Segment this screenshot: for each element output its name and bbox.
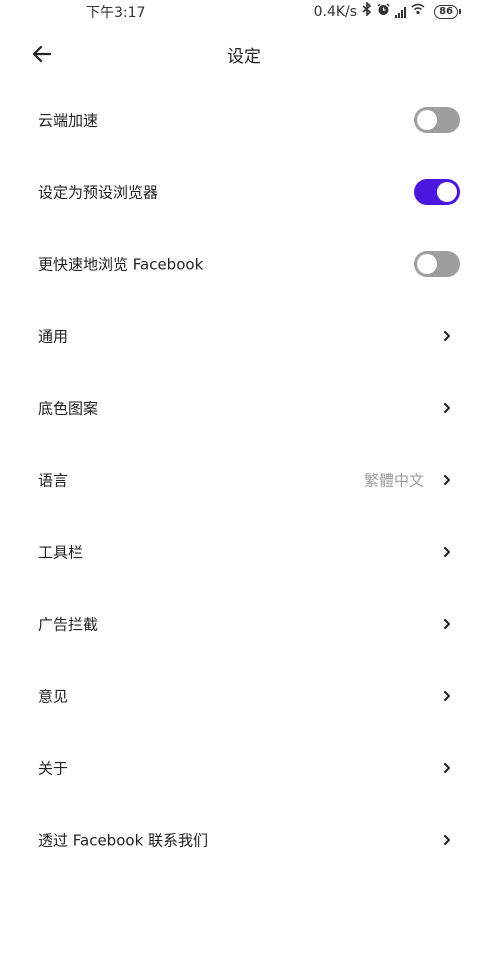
alarm-icon — [377, 3, 390, 22]
setting-faster-facebook[interactable]: 更快速地浏览 Facebook — [0, 228, 488, 300]
chevron-right-icon — [444, 691, 450, 701]
setting-label: 意见 — [38, 687, 69, 706]
chevron-right-icon — [444, 763, 450, 773]
language-value: 繁體中文 — [363, 471, 424, 490]
setting-about[interactable]: 关于 — [0, 732, 488, 804]
setting-toolbar[interactable]: 工具栏 — [0, 516, 488, 588]
faster-facebook-toggle[interactable] — [414, 251, 460, 277]
setting-wallpaper[interactable]: 底色图案 — [0, 372, 488, 444]
bluetooth-icon — [362, 1, 372, 22]
setting-feedback[interactable]: 意见 — [0, 660, 488, 732]
page-title: 设定 — [227, 47, 261, 67]
setting-label: 云端加速 — [38, 111, 99, 130]
chevron-right-icon — [444, 835, 450, 845]
setting-cloud-acceleration[interactable]: 云端加速 — [0, 84, 488, 156]
setting-label: 底色图案 — [38, 399, 99, 418]
setting-label: 设定为预设浏览器 — [38, 183, 159, 202]
setting-label: 工具栏 — [38, 543, 84, 562]
setting-ad-block[interactable]: 广告拦截 — [0, 588, 488, 660]
chevron-right-icon — [444, 403, 450, 413]
setting-label: 透过 Facebook 联系我们 — [38, 831, 209, 850]
network-speed: 0.4K/s — [313, 4, 358, 20]
chevron-right-icon — [444, 475, 450, 485]
setting-label: 关于 — [38, 759, 69, 778]
settings-list: 云端加速 设定为预设浏览器 更快速地浏览 Facebook 通用 底色图案 语言… — [0, 84, 488, 876]
cloud-acceleration-toggle[interactable] — [414, 107, 460, 133]
setting-general[interactable]: 通用 — [0, 300, 488, 372]
toolbar: 设定 — [0, 30, 488, 78]
setting-label: 通用 — [38, 327, 69, 346]
default-browser-toggle[interactable] — [414, 179, 460, 205]
setting-label: 广告拦截 — [38, 615, 99, 634]
status-bar: 下午3:17 0.4K/s 86 — [0, 0, 488, 24]
status-time: 下午3:17 — [86, 5, 146, 21]
toggle-knob — [417, 254, 437, 274]
chevron-right-icon — [444, 547, 450, 557]
battery-icon: 86 — [434, 5, 461, 19]
toggle-knob — [437, 182, 457, 202]
chevron-right-icon — [444, 331, 450, 341]
setting-label: 更快速地浏览 Facebook — [38, 255, 204, 274]
setting-default-browser[interactable]: 设定为预设浏览器 — [0, 156, 488, 228]
toggle-knob — [417, 110, 437, 130]
status-icons: 0.4K/s 86 — [313, 1, 461, 22]
setting-contact-facebook[interactable]: 透过 Facebook 联系我们 — [0, 804, 488, 876]
chevron-right-icon — [444, 619, 450, 629]
setting-language[interactable]: 语言 繁體中文 — [0, 444, 488, 516]
setting-label: 语言 — [38, 471, 69, 490]
signal-icon — [395, 6, 407, 18]
wifi-icon — [411, 3, 425, 21]
